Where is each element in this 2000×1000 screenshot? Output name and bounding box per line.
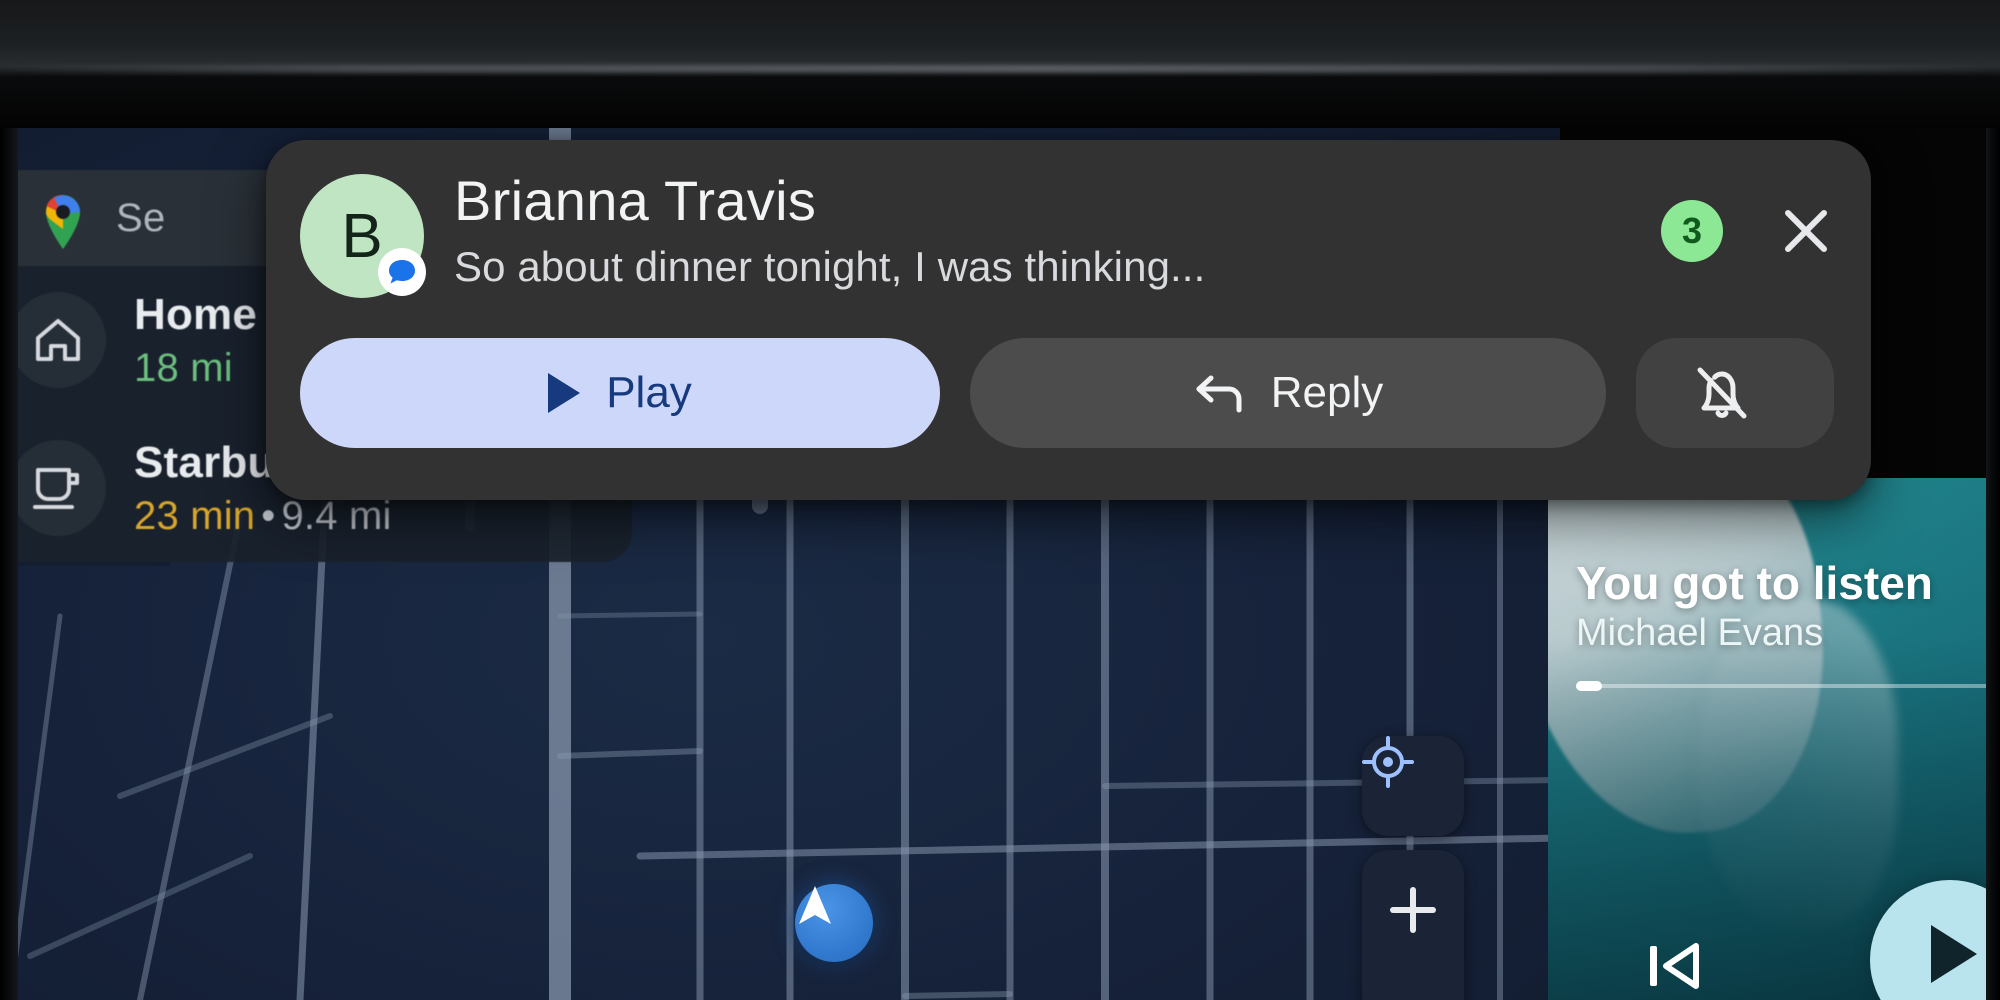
reply-arrow-icon — [1196, 375, 1242, 413]
media-play-button[interactable] — [1870, 880, 2000, 1000]
coffee-cup-icon — [33, 468, 79, 509]
bell-off-icon — [1697, 367, 1747, 419]
recenter-crosshair-icon — [1362, 736, 1414, 788]
media-title: You got to listen — [1576, 557, 1933, 609]
navigation-arrow-icon — [799, 886, 831, 924]
media-progress-thumb[interactable] — [1576, 681, 1602, 691]
zoom-in-button[interactable] — [1362, 850, 1464, 970]
messages-bubble-icon — [378, 248, 426, 296]
plus-icon-vertical — [1410, 887, 1416, 933]
destination-subtitle: 18 mi — [134, 346, 257, 391]
play-triangle-icon — [548, 373, 581, 413]
notification-action-row: Play Reply — [300, 338, 1837, 448]
zoom-controls — [1362, 850, 1464, 1000]
skip-previous-button[interactable] — [1644, 936, 1708, 996]
notification-header-actions: 3 — [1661, 168, 1837, 262]
unread-count-badge: 3 — [1661, 200, 1723, 262]
destination-title: Home — [134, 289, 258, 339]
navigation-puck — [795, 884, 873, 962]
destination-text-home: Home 18 mi — [134, 290, 257, 391]
notification-card[interactable]: B Brianna Travis So about dinner tonight… — [266, 140, 1871, 500]
home-icon — [36, 319, 80, 361]
close-button[interactable] — [1775, 200, 1837, 262]
media-progress-bar[interactable] — [1576, 681, 1996, 691]
notification-text-block: Brianna Travis So about dinner tonight, … — [454, 168, 1631, 291]
destination-distance: 9.4 mi — [281, 493, 392, 538]
search-input-text[interactable]: Se — [116, 196, 166, 241]
reply-button[interactable]: Reply — [970, 338, 1606, 448]
play-button-label: Play — [606, 368, 692, 417]
skip-previous-icon — [1650, 943, 1699, 989]
reply-button-label: Reply — [1270, 368, 1384, 417]
media-player-panel[interactable]: You got to listen Michael Evans — [1548, 478, 2000, 1000]
home-icon-container — [10, 292, 106, 388]
dashboard-bezel-left — [0, 98, 18, 1000]
destination-subtitle: 23 min • 9.4 mi — [134, 494, 392, 539]
media-transport-controls — [1548, 850, 2000, 1000]
dashboard-bezel-right — [1986, 98, 2000, 1000]
avatar-container: B — [300, 174, 426, 298]
dashboard-bezel-top — [0, 0, 2000, 128]
play-button[interactable]: Play — [300, 338, 940, 448]
car-head-unit-screen: You got to listen Michael Evans Se Home … — [0, 0, 2000, 1000]
destination-eta: 23 min — [134, 493, 256, 538]
media-artist: Michael Evans — [1576, 612, 1824, 654]
mute-button[interactable] — [1636, 338, 1834, 448]
notification-sender: Brianna Travis — [454, 169, 817, 232]
coffee-icon-container — [10, 440, 106, 536]
play-icon — [1931, 925, 1977, 983]
close-icon — [1785, 210, 1827, 252]
destination-separator: • — [261, 493, 276, 538]
google-maps-pin-icon — [36, 186, 90, 250]
map-controls — [1362, 736, 1464, 1000]
notification-preview: So about dinner tonight, I was thinking.… — [454, 242, 1206, 290]
notification-header: B Brianna Travis So about dinner tonight… — [300, 168, 1837, 314]
zoom-out-button[interactable] — [1362, 970, 1464, 1000]
destination-eta: 18 mi — [134, 345, 233, 390]
recenter-button[interactable] — [1362, 736, 1464, 836]
